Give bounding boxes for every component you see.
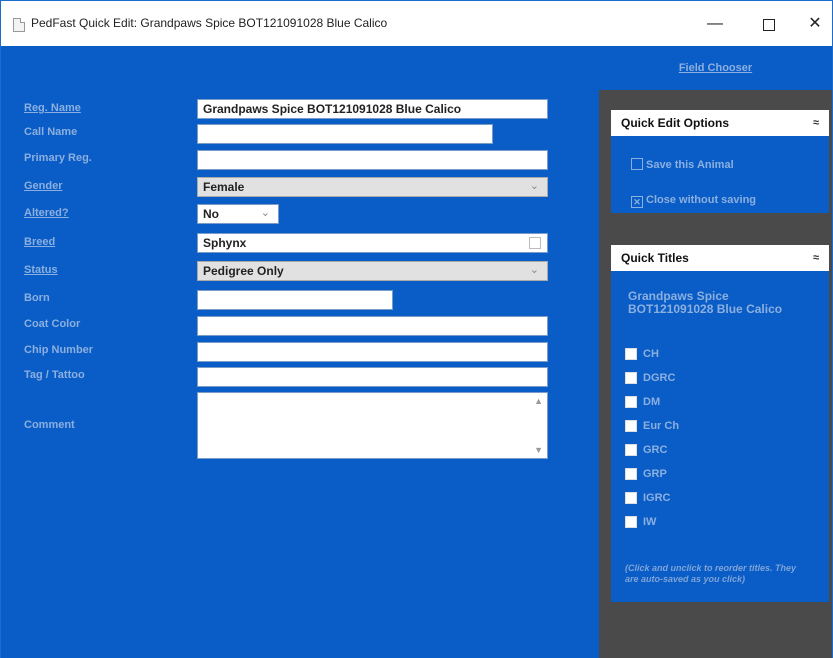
quick-edit-options-title: Quick Edit Options bbox=[621, 116, 730, 130]
sidebar: Field Chooser Quick Edit Options ≈ Save … bbox=[599, 46, 832, 658]
altered-label[interactable]: Altered? bbox=[24, 207, 69, 219]
edit-form: Reg. Name Grandpaws Spice BOT121091028 B… bbox=[1, 46, 599, 658]
checkbox[interactable] bbox=[625, 516, 637, 528]
gender-select[interactable]: Female ⌄ bbox=[197, 177, 548, 197]
status-select[interactable]: Pedigree Only ⌄ bbox=[197, 261, 548, 281]
quick-edit-options-header[interactable]: Quick Edit Options ≈ bbox=[611, 110, 829, 136]
reorder-hint: (Click and unclick to reorder titles. Th… bbox=[625, 563, 797, 584]
primary-reg-field[interactable] bbox=[197, 150, 548, 170]
close-icon: ✕ bbox=[631, 196, 643, 208]
breed-value: Sphynx bbox=[203, 236, 247, 250]
field-chooser-bar: Field Chooser bbox=[599, 46, 832, 90]
status-value: Pedigree Only bbox=[203, 264, 284, 278]
app-document-icon bbox=[13, 18, 25, 32]
status-label[interactable]: Status bbox=[24, 264, 58, 276]
window-title: PedFast Quick Edit: Grandpaws Spice BOT1… bbox=[31, 16, 388, 30]
title-label: CH bbox=[643, 348, 659, 360]
save-animal-label: Save this Animal bbox=[646, 159, 734, 171]
reg-name-label[interactable]: Reg. Name bbox=[24, 102, 81, 114]
altered-value: No bbox=[203, 207, 219, 221]
scroll-down-icon[interactable]: ▼ bbox=[534, 445, 543, 455]
title-label: DGRC bbox=[643, 372, 676, 384]
chip-number-field[interactable] bbox=[197, 342, 548, 362]
breed-field[interactable]: Sphynx bbox=[197, 233, 548, 253]
checkbox[interactable] bbox=[625, 420, 637, 432]
collapse-icon[interactable]: ≈ bbox=[813, 110, 819, 136]
title-label: DM bbox=[643, 396, 661, 408]
born-field[interactable] bbox=[197, 290, 393, 310]
checkbox[interactable] bbox=[625, 372, 637, 384]
quick-edit-window: PedFast Quick Edit: Grandpaws Spice BOT1… bbox=[0, 0, 833, 658]
close-button[interactable]: ✕ bbox=[795, 9, 833, 39]
title-label: Eur Ch bbox=[643, 420, 680, 432]
animal-name: Grandpaws Spice BOT121091028 Blue Calico bbox=[628, 289, 783, 316]
quick-titles-panel: Quick Titles ≈ Grandpaws Spice BOT121091… bbox=[611, 245, 829, 602]
checkbox[interactable] bbox=[625, 348, 637, 360]
checkbox[interactable] bbox=[625, 444, 637, 456]
title-label: IGRC bbox=[643, 492, 671, 504]
comment-label: Comment bbox=[24, 419, 75, 431]
close-without-saving-button[interactable]: ✕ Close without saving bbox=[631, 194, 756, 208]
field-chooser-button[interactable]: Field Chooser bbox=[599, 46, 832, 90]
scroll-up-icon[interactable]: ▲ bbox=[534, 396, 543, 406]
chevron-down-icon: ⌄ bbox=[529, 264, 539, 276]
chip-number-label: Chip Number bbox=[24, 344, 94, 356]
save-icon bbox=[631, 158, 643, 170]
breed-picker-icon[interactable] bbox=[529, 237, 541, 249]
close-without-saving-label: Close without saving bbox=[646, 194, 757, 206]
minimize-button[interactable]: — bbox=[695, 9, 735, 39]
primary-reg-label: Primary Reg. bbox=[24, 152, 92, 164]
title-label: IW bbox=[643, 516, 657, 528]
chevron-down-icon: ⌄ bbox=[260, 207, 270, 219]
call-name-field[interactable] bbox=[197, 124, 493, 144]
maximize-button[interactable] bbox=[749, 9, 789, 39]
checkbox[interactable] bbox=[625, 492, 637, 504]
comment-textarea[interactable]: ▲ ▼ bbox=[197, 392, 548, 459]
tag-tattoo-field[interactable] bbox=[197, 367, 548, 387]
reg-name-field[interactable]: Grandpaws Spice BOT121091028 Blue Calico bbox=[197, 99, 548, 119]
maximize-icon bbox=[763, 19, 775, 31]
title-bar: PedFast Quick Edit: Grandpaws Spice BOT1… bbox=[1, 1, 832, 46]
gender-label[interactable]: Gender bbox=[24, 180, 63, 192]
save-animal-button[interactable]: Save this Animal bbox=[631, 158, 734, 171]
coat-color-label: Coat Color bbox=[24, 318, 81, 330]
quick-titles-title: Quick Titles bbox=[621, 251, 689, 265]
quick-edit-options-panel: Quick Edit Options ≈ Save this Animal ✕ C… bbox=[611, 110, 829, 213]
gender-value: Female bbox=[203, 180, 245, 194]
checkbox[interactable] bbox=[625, 468, 637, 480]
coat-color-field[interactable] bbox=[197, 316, 548, 336]
chevron-down-icon: ⌄ bbox=[529, 180, 539, 192]
checkbox[interactable] bbox=[625, 396, 637, 408]
call-name-label: Call Name bbox=[24, 126, 78, 138]
breed-label[interactable]: Breed bbox=[24, 236, 55, 248]
born-label: Born bbox=[24, 292, 50, 304]
quick-titles-header[interactable]: Quick Titles ≈ bbox=[611, 245, 829, 271]
altered-select[interactable]: No ⌄ bbox=[197, 204, 279, 224]
title-label: GRP bbox=[643, 468, 667, 480]
title-label: GRC bbox=[643, 444, 668, 456]
collapse-icon[interactable]: ≈ bbox=[813, 245, 819, 271]
tag-tattoo-label: Tag / Tattoo bbox=[24, 369, 85, 381]
